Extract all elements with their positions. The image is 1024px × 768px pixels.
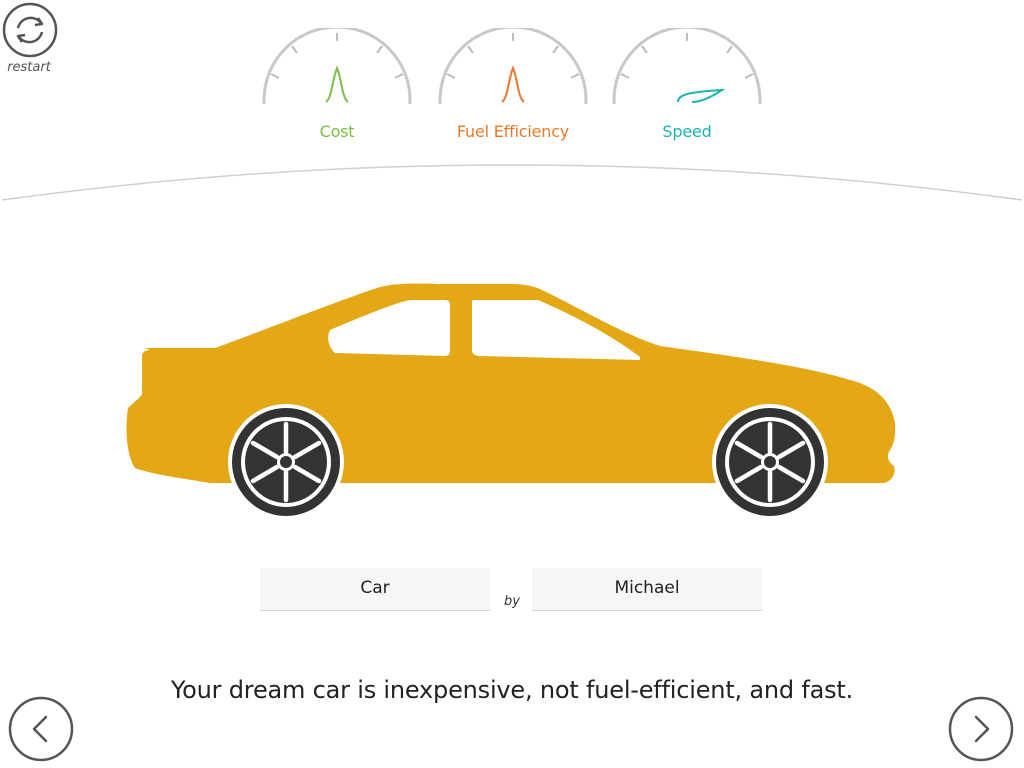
- refresh-icon: [2, 2, 58, 58]
- chevron-right-icon: [948, 696, 1014, 762]
- restart-label: restart: [7, 60, 51, 75]
- next-button[interactable]: [948, 696, 1014, 762]
- divider-arc: [1, 164, 1023, 201]
- cost-gauge-dial: [262, 28, 412, 104]
- by-label: by: [504, 594, 520, 609]
- fuel-efficiency-gauge: Fuel Efficiency: [436, 28, 590, 148]
- fuel-efficiency-gauge-dial: [438, 28, 588, 104]
- cost-gauge-label: Cost: [319, 122, 355, 141]
- rear-wheel: [228, 404, 344, 520]
- cost-gauge: Cost: [260, 28, 414, 148]
- speed-gauge-label: Speed: [662, 122, 712, 141]
- chevron-left-icon: [8, 696, 74, 762]
- speed-gauge-dial: [612, 28, 762, 104]
- car-name-field[interactable]: Car: [260, 568, 490, 611]
- fuel-efficiency-gauge-label: Fuel Efficiency: [456, 122, 570, 141]
- previous-button[interactable]: [8, 696, 74, 762]
- front-wheel: [712, 404, 828, 520]
- author-name-field[interactable]: Michael: [532, 568, 762, 611]
- restart-button[interactable]: restart: [0, 0, 60, 80]
- summary-text: Your dream car is inexpensive, not fuel-…: [170, 676, 854, 704]
- speed-gauge: Speed: [610, 28, 764, 148]
- car-illustration: [126, 283, 896, 520]
